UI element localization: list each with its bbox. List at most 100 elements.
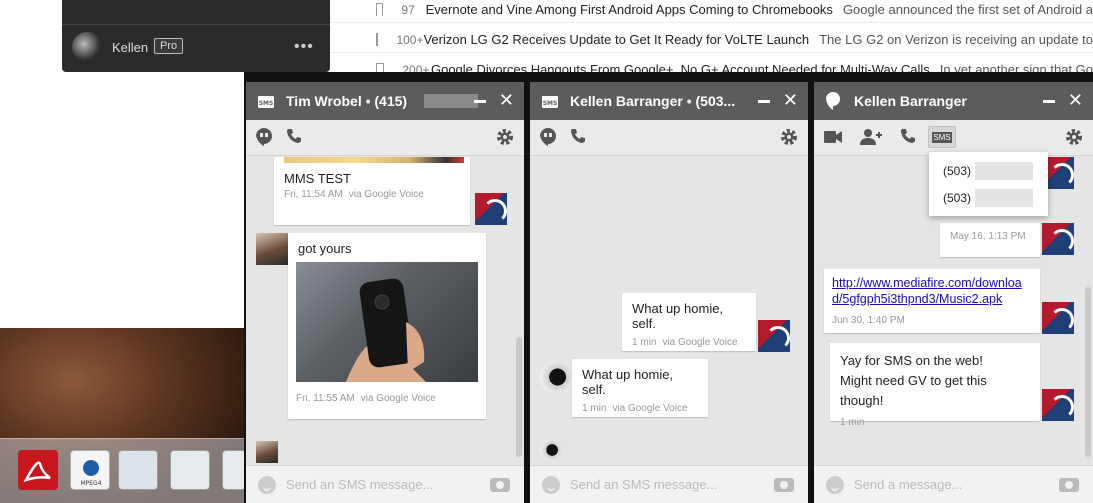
chat-title-bar[interactable]: SMS Tim Wrobel • (415) ✕ xyxy=(246,82,524,120)
minimize-icon[interactable] xyxy=(758,100,770,103)
chat-title: Kellen Barranger xyxy=(854,93,967,109)
chat-title-bar[interactable]: Kellen Barranger ✕ xyxy=(814,82,1093,120)
message-input-area: Send a message... xyxy=(814,465,1093,503)
message-input[interactable]: Send an SMS message... xyxy=(570,477,717,492)
minimize-icon[interactable] xyxy=(474,100,486,103)
camera-icon[interactable] xyxy=(774,478,794,492)
article-title[interactable]: Verizon LG G2 Receives Update to Get It … xyxy=(423,32,809,47)
minimize-icon[interactable] xyxy=(1043,100,1055,103)
link-line[interactable]: d/5gfgph5i3thpnd3/Music2.apk xyxy=(832,291,1032,307)
message-meta: Fri, 11:54 AM via Google Voice xyxy=(284,189,424,200)
divider xyxy=(62,24,330,25)
dropdown-item-phone[interactable]: (503) xyxy=(943,189,1034,207)
scrollbar[interactable] xyxy=(516,337,522,457)
chat-window-kellen-sms: SMS Kellen Barranger • (503... ✕ What up… xyxy=(530,82,808,503)
emoji-icon[interactable] xyxy=(826,476,844,494)
article-row[interactable]: 100+ Verizon LG G2 Receives Update to Ge… xyxy=(330,27,1093,53)
message-input[interactable]: Send an SMS message... xyxy=(286,477,433,492)
add-person-icon[interactable] xyxy=(860,129,882,150)
chat-messages[interactable]: MMS TEST Fri, 11:54 AM via Google Voice g… xyxy=(246,157,524,465)
mms-image[interactable] xyxy=(296,262,478,382)
mpeg4-file-icon[interactable]: MPEG4 xyxy=(70,450,110,490)
chat-window-kellen: Kellen Barranger ✕ SMS May 16, 1:13 PM h… xyxy=(814,82,1093,503)
bookmark-icon[interactable] xyxy=(376,33,386,50)
message-meta: 1 min via Google Voice xyxy=(582,403,698,414)
scrollbar[interactable] xyxy=(1085,287,1091,457)
message-time: Jun 30, 1:40 PM xyxy=(832,315,905,326)
hangouts-icon[interactable] xyxy=(256,128,272,151)
pro-badge: Pro xyxy=(154,38,184,54)
close-icon[interactable]: ✕ xyxy=(499,90,514,111)
message-meta: Fri, 11:55 AM via Google Voice xyxy=(296,393,436,404)
video-call-icon[interactable] xyxy=(824,130,842,148)
acrobat-icon[interactable] xyxy=(18,450,58,490)
settings-gear-icon[interactable] xyxy=(496,128,514,151)
message-via: via Google Voice xyxy=(662,337,738,348)
contact-avatar xyxy=(540,439,562,461)
message-time: Fri, 11:55 AM xyxy=(296,393,355,404)
close-icon[interactable]: ✕ xyxy=(1068,90,1083,111)
mms-image[interactable] xyxy=(284,157,464,163)
message-bubble: Yay for SMS on the web! Might need GV to… xyxy=(830,343,1040,428)
phone-prefix: (503) xyxy=(943,164,972,178)
sms-button[interactable]: SMS xyxy=(928,126,956,148)
message-time: 1 min xyxy=(582,403,607,414)
screenshot-thumbnail-icon[interactable] xyxy=(170,450,210,490)
settings-gear-icon[interactable] xyxy=(1065,128,1083,151)
phone-icon[interactable] xyxy=(900,128,916,149)
camera-icon[interactable] xyxy=(1059,478,1079,492)
link-line[interactable]: http://www.mediafire.com/downloa xyxy=(832,275,1032,291)
camera-icon[interactable] xyxy=(490,478,510,492)
message-bubble: May 16, 1:13 PM xyxy=(940,223,1040,257)
message-bubble: What up homie, self. 1 min via Google Voi… xyxy=(572,359,708,417)
screenshot-thumbnail-icon[interactable] xyxy=(222,450,246,490)
message-text: Might need GV to get this though! xyxy=(840,373,987,408)
chat-title-bar[interactable]: SMS Kellen Barranger • (503... ✕ xyxy=(530,82,808,120)
message-via: via Google Voice xyxy=(348,189,424,200)
article-title[interactable]: Evernote and Vine Among First Android Ap… xyxy=(426,2,833,17)
avatar[interactable] xyxy=(72,32,102,62)
message-link[interactable]: http://www.mediafire.com/downloa d/5gfgp… xyxy=(832,275,1032,307)
emoji-icon[interactable] xyxy=(542,476,560,494)
settings-gear-icon[interactable] xyxy=(780,128,798,151)
bookmark-icon[interactable] xyxy=(376,3,385,20)
article-snippet: Google announced the first set of Androi… xyxy=(842,2,1093,17)
self-avatar xyxy=(475,193,507,225)
message-time: Fri, 11:54 AM xyxy=(284,189,343,200)
more-options-icon[interactable]: ••• xyxy=(294,38,314,56)
message-text: Yay for SMS on the web! xyxy=(840,353,983,368)
phone-prefix: (503) xyxy=(943,191,972,205)
chat-toolbar xyxy=(246,120,524,156)
contact-avatar xyxy=(540,361,572,393)
dropdown-item-phone[interactable]: (503) xyxy=(943,162,1034,180)
svg-text:SMS: SMS xyxy=(259,100,274,107)
chat-messages[interactable]: What up homie, self. 1 min via Google Voi… xyxy=(530,157,808,465)
message-bubble: MMS TEST Fri, 11:54 AM via Google Voice xyxy=(274,157,470,225)
message-input[interactable]: Send a message... xyxy=(854,477,962,492)
self-avatar xyxy=(1042,223,1074,255)
message-text: What up homie, self. xyxy=(582,367,674,397)
message-time: May 16, 1:13 PM xyxy=(950,231,1026,242)
chat-window-tim: SMS Tim Wrobel • (415) ✕ MMS TEST Fri, 1… xyxy=(246,82,524,503)
message-bubble: got yours Fri, 11:55 AM via Google Voice xyxy=(288,233,486,419)
phone-icon[interactable] xyxy=(570,128,586,149)
message-via: via Google Voice xyxy=(360,393,436,404)
chat-title: Kellen Barranger • (503... xyxy=(570,93,736,109)
self-avatar xyxy=(758,320,790,352)
redacted-number xyxy=(424,94,478,108)
emoji-icon[interactable] xyxy=(258,476,276,494)
message-input-area: Send an SMS message... xyxy=(530,465,808,503)
comment-count: 100+ xyxy=(396,32,424,47)
phone-icon[interactable] xyxy=(286,128,302,149)
sms-button-label: SMS xyxy=(932,132,952,143)
article-row[interactable]: 97 Evernote and Vine Among First Android… xyxy=(330,0,1093,23)
message-time: 1 min xyxy=(632,337,657,348)
screenshot-thumbnail-icon[interactable] xyxy=(118,450,158,490)
redacted-number xyxy=(975,189,1034,207)
hangouts-icon[interactable] xyxy=(540,128,556,151)
article-snippet: The LG G2 on Verizon is receiving an upd… xyxy=(819,32,1093,47)
contact-avatar xyxy=(256,233,288,265)
close-icon[interactable]: ✕ xyxy=(783,90,798,111)
message-input-area: Send an SMS message... xyxy=(246,465,524,503)
hangouts-panel: Kellen Pro ••• xyxy=(62,0,330,72)
